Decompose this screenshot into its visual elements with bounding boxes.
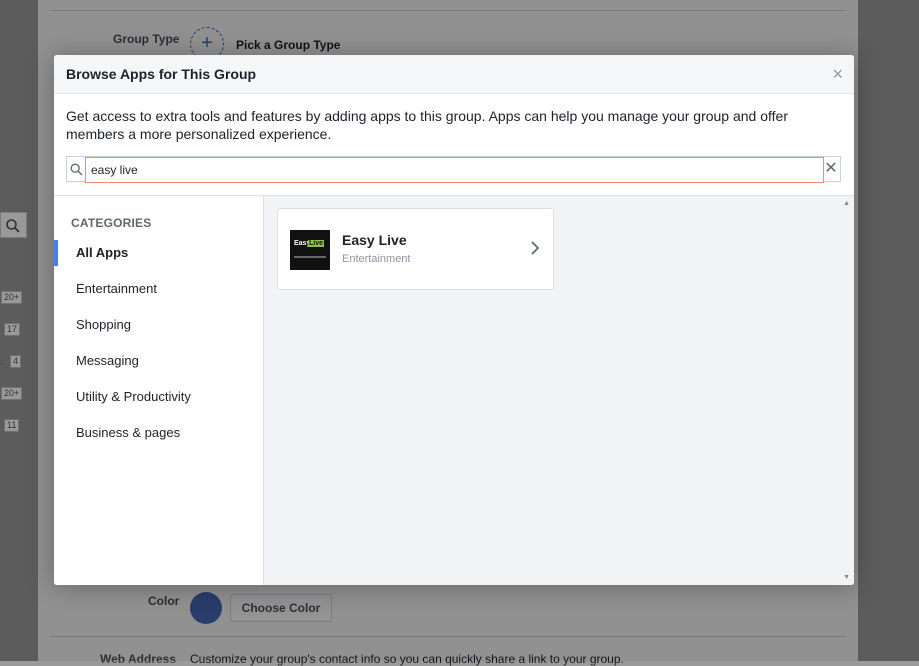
- app-name: Easy Live: [342, 232, 407, 248]
- app-search-box: ✕: [66, 156, 841, 183]
- search-icon: [70, 163, 83, 176]
- category-messaging[interactable]: Messaging: [54, 348, 263, 374]
- category-entertainment[interactable]: Entertainment: [54, 276, 263, 302]
- apps-content-area: CATEGORIES All Apps Entertainment Shoppi…: [54, 195, 854, 585]
- category-utility-productivity[interactable]: Utility & Productivity: [54, 384, 263, 410]
- app-category: Entertainment: [342, 253, 411, 265]
- app-results-pane: Easy Live Easy Live Entertainment ▲ ▼: [264, 196, 854, 585]
- categories-heading: CATEGORIES: [71, 216, 152, 230]
- app-card-easy-live[interactable]: Easy Live Easy Live Entertainment: [277, 208, 554, 290]
- browse-apps-dialog: Browse Apps for This Group × Get access …: [54, 55, 854, 585]
- dialog-description: Get access to extra tools and features b…: [66, 108, 788, 142]
- scroll-down-arrow[interactable]: ▼: [843, 574, 850, 581]
- chevron-right-icon: [531, 241, 540, 255]
- app-logo: Easy Live: [290, 230, 330, 270]
- categories-sidebar: CATEGORIES All Apps Entertainment Shoppi…: [54, 196, 264, 585]
- search-input[interactable]: [85, 157, 824, 183]
- clear-search-icon[interactable]: ✕: [822, 157, 840, 181]
- category-all-apps[interactable]: All Apps: [54, 240, 263, 266]
- dialog-header: Browse Apps for This Group ×: [54, 55, 854, 94]
- close-icon[interactable]: ×: [832, 64, 843, 84]
- dialog-title: Browse Apps for This Group: [66, 66, 257, 82]
- logo-text: Live: [308, 240, 325, 247]
- logo-line: [294, 256, 326, 258]
- scroll-up-arrow[interactable]: ▲: [843, 200, 850, 207]
- category-shopping[interactable]: Shopping: [54, 312, 263, 338]
- category-business-pages[interactable]: Business & pages: [54, 420, 263, 446]
